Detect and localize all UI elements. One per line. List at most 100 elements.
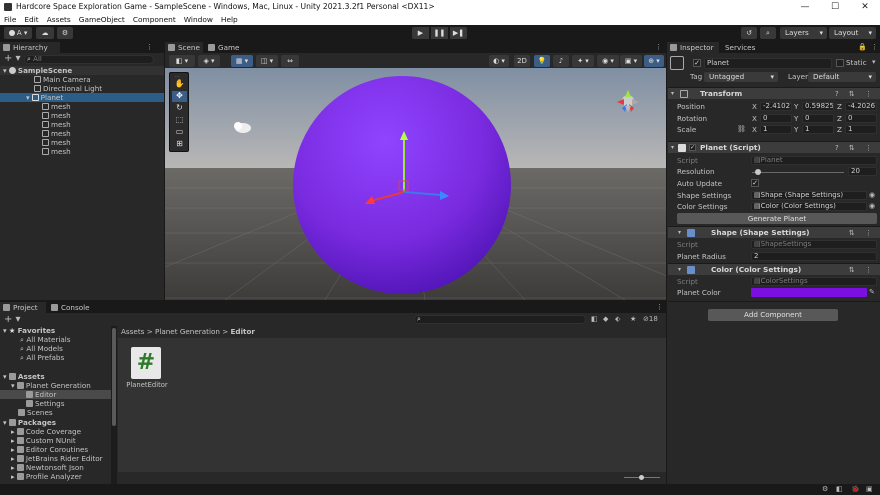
object-picker-icon[interactable]: ◉ (869, 191, 875, 200)
lock-icon[interactable]: 🔒 (858, 43, 867, 52)
planet-color-swatch[interactable] (751, 288, 867, 297)
rotation-y-field[interactable]: 0 (802, 114, 834, 123)
pause-button[interactable]: ❚❚ (431, 27, 448, 39)
component-menu-icon[interactable]: ⇅ ⋮ (849, 264, 876, 276)
auto-update-checkbox[interactable]: ✓ (751, 179, 759, 187)
close-icon[interactable]: ✕ (850, 0, 880, 14)
collab-icon[interactable]: ⚙ (57, 27, 73, 39)
rect-tool-icon[interactable]: ▭ (172, 127, 187, 138)
color-settings-field[interactable]: ▤Color (Color Settings) (751, 202, 867, 211)
minimize-icon[interactable]: — (790, 0, 820, 14)
lighting-status-icon[interactable]: ▣ (866, 485, 873, 494)
search-icon[interactable]: ⌕ (760, 27, 776, 39)
folder-editor[interactable]: Editor (0, 390, 113, 399)
account-button[interactable]: A ▾ (4, 27, 32, 39)
maximize-icon[interactable]: ☐ (820, 0, 850, 14)
lighting-toggle-icon[interactable]: 💡 (534, 55, 550, 67)
folder-settings[interactable]: Settings (26, 399, 64, 408)
grid-snapping-dropdown[interactable]: ▦ ▾ (231, 55, 253, 67)
layout-dropdown[interactable]: Layout (829, 27, 876, 39)
rotate-tool-icon[interactable]: ↻ (172, 103, 187, 114)
component-menu-icon[interactable]: ? ⇅ ⋮ (835, 142, 876, 154)
object-picker-icon[interactable]: ◉ (869, 202, 875, 211)
breadcrumb-item[interactable]: Editor (231, 327, 255, 336)
menu-edit[interactable]: Edit (20, 14, 42, 25)
shading-mode-dropdown[interactable]: ◐ ▾ (489, 55, 509, 67)
package-item[interactable]: ▸ JetBrains Rider Editor (11, 454, 103, 463)
component-enabled-checkbox[interactable]: ✓ (689, 144, 696, 151)
planet-sphere[interactable] (293, 76, 511, 294)
component-menu-icon[interactable]: ? ⇅ ⋮ (835, 88, 876, 100)
hand-tool-icon[interactable]: ✋ (172, 79, 187, 90)
planet-radius-field[interactable]: 2 (751, 252, 877, 261)
object-name-field[interactable]: Planet (704, 58, 832, 69)
snap-increment-dropdown[interactable]: ◫ ▾ (256, 55, 278, 67)
tree-scrollbar[interactable] (111, 326, 117, 484)
toggle-2d-button[interactable]: 2D (514, 55, 530, 67)
scale-z-field[interactable]: 1 (845, 125, 877, 134)
audio-toggle-icon[interactable]: ♪ (553, 55, 569, 67)
active-checkbox[interactable]: ✓ (693, 59, 701, 67)
package-item[interactable]: ▸ Newtonsoft Json (11, 463, 84, 472)
breadcrumb-item[interactable]: Planet Generation (155, 327, 220, 336)
tab-project[interactable]: Project (0, 302, 46, 313)
package-item[interactable]: ▸ Editor Coroutines (11, 445, 88, 454)
asset-label[interactable]: PlanetEditor (122, 381, 172, 390)
pivot-dropdown[interactable]: ◈ ▾ (198, 55, 220, 67)
search-by-label-icon[interactable]: ⬖ (615, 315, 620, 324)
tool-handle-dropdown[interactable]: ◧ ▾ (169, 55, 195, 67)
folder-planet-generation[interactable]: ▾ Planet Generation (11, 381, 91, 390)
tab-inspector[interactable]: Inspector (667, 42, 719, 53)
generate-planet-button[interactable]: Generate Planet (677, 213, 877, 224)
scene-viewport[interactable] (165, 68, 666, 300)
static-dropdown-icon[interactable]: ▾ (872, 58, 876, 67)
position-x-field[interactable]: -2.41027 (760, 102, 792, 111)
csharp-script-icon[interactable]: # (131, 347, 161, 379)
planet-script-component-header[interactable]: ▾ ✓ Planet (Script) ? ⇅ ⋮ (668, 141, 880, 153)
assets-folder[interactable]: ▾ Assets (3, 372, 45, 381)
history-icon[interactable]: ↺ (741, 27, 757, 39)
layer-dropdown[interactable]: Default (808, 72, 876, 82)
menu-assets[interactable]: Assets (43, 14, 75, 25)
favorites-header[interactable]: ▾ ★ Favorites (3, 326, 55, 335)
tag-dropdown[interactable]: Untagged (704, 72, 778, 82)
more-icon[interactable]: ⋮ (656, 303, 663, 312)
packages-folder[interactable]: ▾ Packages (3, 418, 56, 427)
breadcrumb-item[interactable]: Assets (121, 327, 144, 336)
shape-settings-header[interactable]: ▾ Shape (Shape Settings) ⇅ ⋮ (668, 226, 880, 238)
hierarchy-search-input[interactable]: ⌕ All (24, 55, 154, 64)
constrain-proportions-icon[interactable]: ⛓ (737, 125, 746, 134)
hierarchy-item-planet[interactable]: ▾ Planet (0, 93, 164, 102)
hierarchy-item-mesh[interactable]: mesh (0, 111, 71, 120)
rotation-z-field[interactable]: 0 (845, 114, 877, 123)
hidden-objects-dropdown[interactable]: ◉ ▾ (597, 55, 619, 67)
favorite-icon[interactable]: ★ (630, 315, 636, 324)
more-icon[interactable]: ⋮ (655, 43, 662, 52)
scale-y-field[interactable]: 1 (802, 125, 834, 134)
scale-x-field[interactable]: 1 (760, 125, 792, 134)
layers-dropdown[interactable]: Layers (780, 27, 827, 39)
color-settings-header[interactable]: ▾ Color (Color Settings) ⇅ ⋮ (668, 263, 880, 275)
slider-handle[interactable] (639, 475, 644, 480)
create-icon[interactable]: + ▾ (4, 315, 21, 325)
transform-component-header[interactable]: ▾ Transform ? ⇅ ⋮ (668, 87, 880, 99)
debug-mode-icon[interactable]: 🐞 (851, 485, 860, 494)
progress-icon[interactable]: ⚙ (822, 485, 828, 494)
menu-help[interactable]: Help (217, 14, 242, 25)
scale-tool-icon[interactable]: ⬚ (172, 115, 187, 126)
hierarchy-item-directional-light[interactable]: Directional Light (0, 84, 164, 93)
search-by-label-icon[interactable]: ◆ (603, 315, 608, 324)
hierarchy-item-mesh[interactable]: mesh (0, 102, 71, 111)
resolution-slider[interactable] (752, 172, 844, 173)
package-item[interactable]: ▸ Code Coverage (11, 427, 81, 436)
transform-tool-icon[interactable]: ⊞ (172, 139, 187, 150)
favorite-item[interactable]: ⌕ All Prefabs (20, 353, 64, 362)
menu-file[interactable]: File (0, 14, 20, 25)
gizmos-dropdown[interactable]: ⊕ ▾ (644, 55, 664, 67)
tab-scene[interactable]: Scene (165, 42, 203, 53)
position-y-field[interactable]: 0.598257 (802, 102, 834, 111)
hidden-packages-icon[interactable]: ⊘18 (643, 315, 658, 324)
scene-row[interactable]: ▾ SampleScene (0, 66, 164, 75)
position-z-field[interactable]: -4.20267 (845, 102, 877, 111)
package-item[interactable]: ▸ Custom NUnit (11, 436, 76, 445)
